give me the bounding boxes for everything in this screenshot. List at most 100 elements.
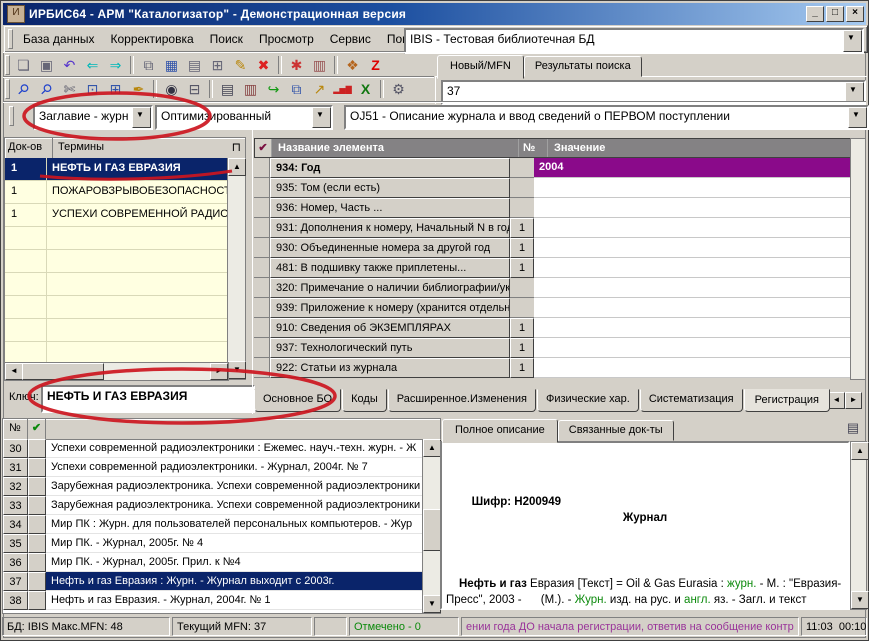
result-mfn-button[interactable]: 36 [3, 553, 28, 572]
scroll-down-icon[interactable]: ▼ [228, 361, 246, 379]
field-value-cell[interactable] [534, 338, 851, 358]
search-complex-button[interactable]: ✄ [58, 78, 81, 100]
scroll-right-icon[interactable]: ► [210, 363, 228, 380]
description-scrollbar[interactable]: ▲ ▼ [850, 441, 869, 610]
edit-record-button[interactable]: ✎ [229, 54, 252, 76]
result-check-cell[interactable] [28, 477, 46, 496]
field-name-button[interactable]: 481: В подшивку также приплетены... [270, 258, 510, 278]
dropdown-arrow-icon[interactable] [845, 82, 864, 103]
result-row[interactable]: 30 Успехи современной радиоэлектроники : … [3, 439, 423, 458]
close-button[interactable]: × [846, 6, 864, 22]
print-description-icon[interactable]: ▤ [843, 420, 863, 438]
field-row[interactable]: 910: Сведения об ЭКЗЕМПЛЯРАХ 1 [254, 318, 851, 338]
toolbar-grip[interactable] [9, 106, 14, 126]
result-check-cell[interactable] [28, 553, 46, 572]
worksheet-page-tab-6[interactable]: Регистрация [743, 389, 830, 412]
result-mfn-button[interactable]: 31 [3, 458, 28, 477]
result-mfn-button[interactable]: 32 [3, 477, 28, 496]
worksheet-page-tab-3[interactable]: Расширенное.Изменения [387, 389, 536, 412]
new-record-button[interactable]: ❏ [12, 54, 35, 76]
field-name-button[interactable]: 922: Статьи из журнала [270, 358, 510, 378]
terms-scrollbar[interactable]: ▲ ▼ [227, 158, 246, 379]
field-name-button[interactable]: 931: Дополнения к номеру, Начальный N в … [270, 218, 510, 238]
scroll-up-icon[interactable]: ▲ [228, 158, 246, 176]
result-row[interactable]: 35 Мир ПК. - Журнал, 2005г. № 4 [3, 534, 423, 553]
result-mfn-button[interactable]: 34 [3, 515, 28, 534]
dropdown-arrow-icon[interactable] [848, 107, 867, 128]
field-occurrence-button[interactable]: 1 [510, 218, 534, 238]
database-selector[interactable]: IBIS - Тестовая библиотечная БД [404, 28, 864, 54]
result-check-cell[interactable] [28, 572, 46, 591]
tab-scroll-left-icon[interactable]: ◄ [828, 392, 845, 409]
terms-hscrollbar[interactable]: ◄ ► [4, 362, 229, 381]
result-check-cell[interactable] [28, 496, 46, 515]
terms-col-terms[interactable]: Термины ⊓ [53, 138, 245, 158]
result-check-cell[interactable] [28, 458, 46, 477]
doc-star-button[interactable]: ✱ [285, 54, 308, 76]
menu-item-3[interactable]: Поиск [202, 29, 251, 49]
field-name-button[interactable]: 910: Сведения об ЭКЗЕМПЛЯРАХ [270, 318, 510, 338]
tab-search-results[interactable]: Результаты поиска [523, 56, 642, 77]
field-value-cell[interactable] [534, 218, 851, 238]
field-row[interactable]: 922: Статьи из журнала 1 [254, 358, 851, 378]
delete-record-button[interactable]: ✖ [252, 54, 275, 76]
field-row[interactable]: 936: Номер, Часть ... [254, 198, 851, 218]
result-check-cell[interactable] [28, 439, 46, 458]
field-row[interactable]: 935: Том (если есть) [254, 178, 851, 198]
clear-form-button[interactable]: ✒ [127, 78, 150, 100]
field-name-button[interactable]: 930: Объединенные номера за другой год [270, 238, 510, 258]
dropdown-arrow-icon[interactable] [843, 30, 862, 52]
tab-full-description[interactable]: Полное описание [442, 419, 558, 443]
field-row[interactable]: 481: В подшивку также приплетены... 1 [254, 258, 851, 278]
search-button[interactable]: ⚲ [12, 78, 35, 100]
excel-button[interactable]: X [354, 78, 377, 100]
scroll-down-icon[interactable]: ▼ [423, 595, 441, 613]
irbis-cat-logo-button[interactable]: ❖ [341, 54, 364, 76]
field-name-button[interactable]: 937: Технологический путь [270, 338, 510, 358]
result-row[interactable]: 34 Мир ПК : Журн. для пользователей персо… [3, 515, 423, 534]
editor-scroll-strip[interactable] [850, 138, 866, 380]
field-value-cell[interactable] [534, 318, 851, 338]
field-occurrence-button[interactable]: 1 [510, 318, 534, 338]
minimize-button[interactable]: _ [806, 6, 824, 22]
menu-item-1[interactable]: База данных [15, 29, 102, 49]
toolbar-grip[interactable] [5, 79, 10, 99]
result-row[interactable]: 31 Успехи современной радиоэлектроники. -… [3, 458, 423, 477]
field-value-cell[interactable] [534, 358, 851, 378]
upload-button[interactable]: ↗ [308, 78, 331, 100]
field-value-cell[interactable] [534, 278, 851, 298]
tab-linked-docs[interactable]: Связанные док-ты [557, 420, 674, 441]
key-input[interactable]: НЕФТЬ И ГАЗ ЕВРАЗИЯ [41, 385, 255, 413]
field-value-cell[interactable] [534, 238, 851, 258]
result-row[interactable]: 37 Нефть и газ Евразия : Журн. - Журнал в… [3, 572, 423, 591]
export-button[interactable]: ↪ [262, 78, 285, 100]
result-row[interactable]: 32 Зарубежная радиоэлектроника. Успехи со… [3, 477, 423, 496]
search-view-button[interactable]: ⊡ [81, 78, 104, 100]
settings-button[interactable]: ⚙ [387, 78, 410, 100]
terms-col-docs[interactable]: Док-ов [5, 138, 53, 158]
worksheet-page-tab-2[interactable]: Коды [342, 389, 387, 412]
field-occurrence-button[interactable]: 1 [510, 358, 534, 378]
scroll-up-icon[interactable]: ▲ [423, 439, 441, 457]
field-name-button[interactable]: 320: Примечание о наличии библиографии/у… [270, 278, 510, 298]
hierarchy-button[interactable]: ⊞ [206, 54, 229, 76]
field-occurrence-button[interactable]: 1 [510, 238, 534, 258]
scrollbar-thumb[interactable] [22, 363, 104, 380]
print-record-button[interactable]: ▤ [183, 54, 206, 76]
field-row[interactable]: 930: Объединенные номера за другой год 1 [254, 238, 851, 258]
field-name-button[interactable]: 939: Приложение к номеру (хранится отдел… [270, 298, 510, 318]
field-name-button[interactable]: 934: Год [270, 158, 510, 178]
field-occurrence-button[interactable]: 1 [510, 338, 534, 358]
pin-icon[interactable]: ⊓ [232, 140, 241, 154]
field-name-button[interactable]: 935: Том (если есть) [270, 178, 510, 198]
maximize-button[interactable]: □ [826, 6, 844, 22]
field-value-cell[interactable] [534, 258, 851, 278]
scroll-down-icon[interactable]: ▼ [851, 591, 869, 609]
dropdown-arrow-icon[interactable] [312, 107, 331, 128]
result-check-cell[interactable] [28, 515, 46, 534]
field-row[interactable]: 934: Год 2004 [254, 158, 851, 178]
field-name-button[interactable]: 936: Номер, Часть ... [270, 198, 510, 218]
field-row[interactable]: 931: Дополнения к номеру, Начальный N в … [254, 218, 851, 238]
field-row[interactable]: 320: Примечание о наличии библиографии/у… [254, 278, 851, 298]
copy-record-button[interactable]: ⧉ [285, 78, 308, 100]
